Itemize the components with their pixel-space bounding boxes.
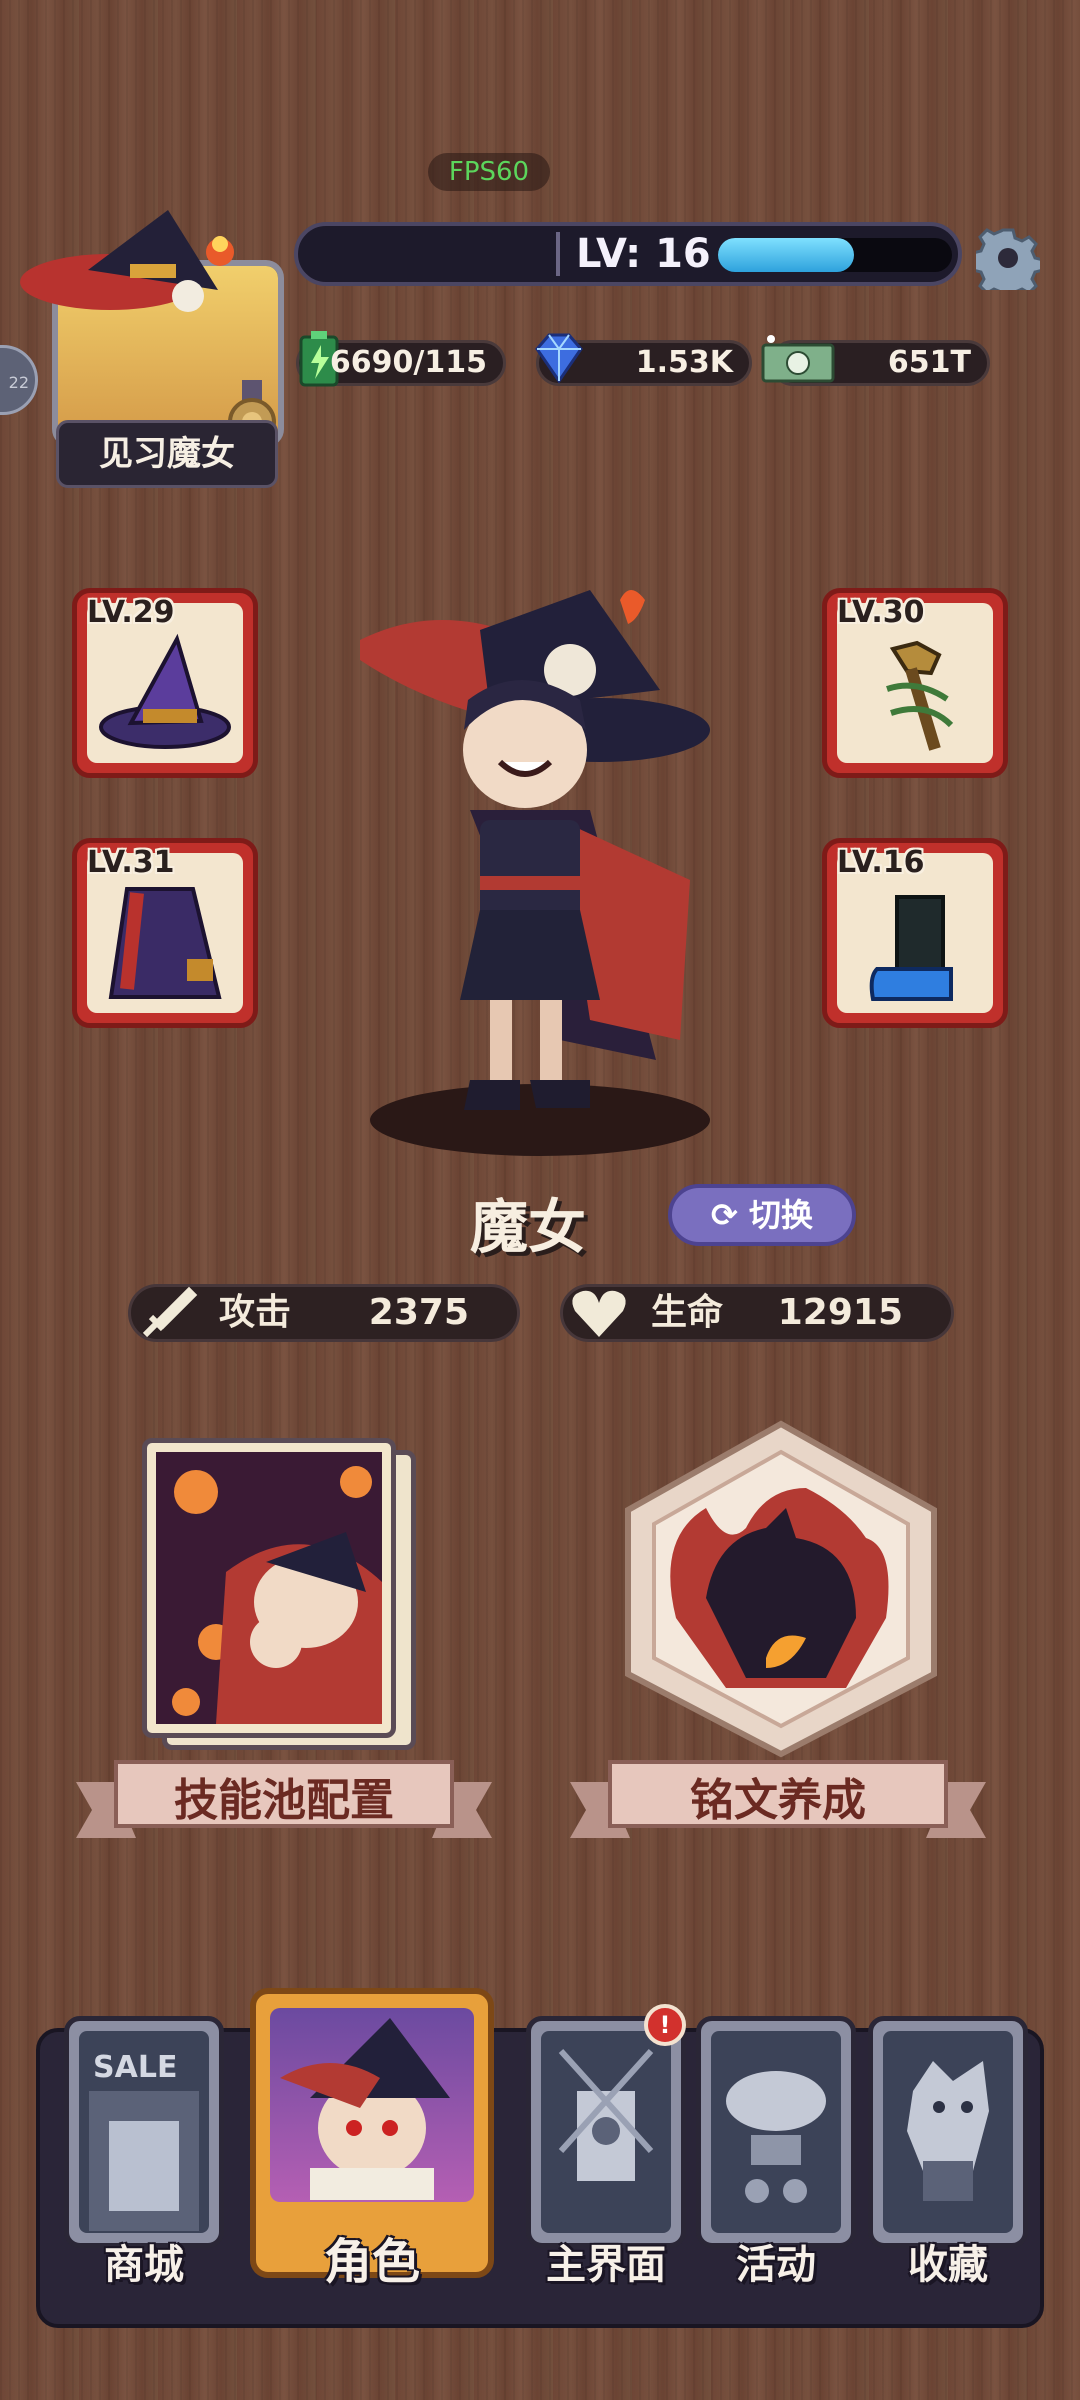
level-bar[interactable]: LV: 16 <box>294 222 962 286</box>
attack-label: 攻击 <box>219 1292 292 1333</box>
heart-icon <box>572 1290 626 1337</box>
hp-label: 生命 <box>651 1292 724 1333</box>
skill-pool-label: 技能池配置 <box>174 1775 394 1826</box>
switch-label: 切换 <box>748 1196 813 1234</box>
inscription-ribbon[interactable]: 铭文养成 <box>570 1752 986 1840</box>
xp-fill <box>718 238 854 272</box>
energy-value: 6690/115 <box>329 345 487 380</box>
nav-tab-collection[interactable] <box>868 2016 1028 2248</box>
fps-counter: FPS60 <box>428 153 550 191</box>
nav-label-events: 活动 <box>736 2242 816 2288</box>
diamond-counter[interactable]: 1.53K <box>535 333 752 386</box>
equip-level: LV.31 <box>87 845 175 880</box>
settings-gear-icon[interactable] <box>976 226 1040 290</box>
hp-value: 12915 <box>777 1292 903 1333</box>
equip-slot-boots[interactable]: LV.16 <box>822 838 1008 1028</box>
equip-slot-hat[interactable]: LV.29 <box>72 588 258 778</box>
cash-counter[interactable]: 651T <box>761 335 990 386</box>
nav-label-character: 角色 <box>323 2234 420 2290</box>
shop-storefront-icon: SALE <box>89 2050 199 2231</box>
sword-icon <box>142 1286 198 1338</box>
equip-level: LV.29 <box>87 595 175 630</box>
energy-counter[interactable]: 6690/115 <box>296 331 506 387</box>
level-text: LV: 16 <box>576 231 711 277</box>
rank-title: 见习魔女 <box>56 420 278 488</box>
xp-track <box>718 238 952 272</box>
equip-level: LV.30 <box>837 595 925 630</box>
hp-stat: 生命 12915 <box>560 1284 954 1342</box>
skill-pool-ribbon[interactable]: 技能池配置 <box>76 1752 492 1840</box>
dragon-collection-icon <box>907 2061 989 2201</box>
nav-tab-events[interactable] <box>696 2016 856 2248</box>
nav-label-main: 主界面 <box>546 2242 666 2288</box>
inscription-label: 铭文养成 <box>690 1775 866 1826</box>
boots-icon <box>869 895 953 1001</box>
character-name: 魔女 <box>470 1193 587 1261</box>
level-bar-divider <box>556 232 560 276</box>
switch-character-button[interactable]: ⟳ 切换 <box>668 1184 856 1246</box>
witch-character-sprite <box>360 590 710 1156</box>
nav-label-shop: 商城 <box>104 2242 184 2288</box>
shop-sale-text: SALE <box>93 2050 177 2085</box>
attack-stat: 攻击 2375 <box>128 1284 520 1342</box>
cash-value: 651T <box>887 345 971 380</box>
cash-icon <box>761 335 835 383</box>
nav-label-collection: 收藏 <box>908 2242 988 2288</box>
switch-icon: ⟳ <box>711 1196 738 1234</box>
inscription-emblem[interactable] <box>616 1418 946 1760</box>
alert-badge: ! <box>644 2004 686 2046</box>
attack-value: 2375 <box>368 1292 469 1333</box>
nav-tab-main[interactable] <box>526 2016 686 2248</box>
airship-icon <box>726 2071 826 2203</box>
fireball-skill-art <box>156 1452 382 1724</box>
skill-pool-card[interactable] <box>136 1436 420 1756</box>
equip-level: LV.16 <box>837 845 925 880</box>
wooden-staff-icon <box>886 640 954 751</box>
diamond-value: 1.53K <box>635 345 733 380</box>
nav-tab-shop[interactable]: SALE <box>64 2016 224 2248</box>
diamond-icon <box>535 333 583 384</box>
witch-hat-icon <box>20 210 234 312</box>
cape-icon <box>108 887 222 999</box>
player-avatar[interactable]: 见习魔女 <box>20 200 284 490</box>
main-gate-icon <box>558 2048 654 2181</box>
character-portrait-icon <box>280 2018 450 2200</box>
wizard-hat-icon <box>99 633 231 749</box>
equip-slot-staff[interactable]: LV.30 <box>822 588 1008 778</box>
equip-slot-cape[interactable]: LV.31 <box>72 838 258 1028</box>
